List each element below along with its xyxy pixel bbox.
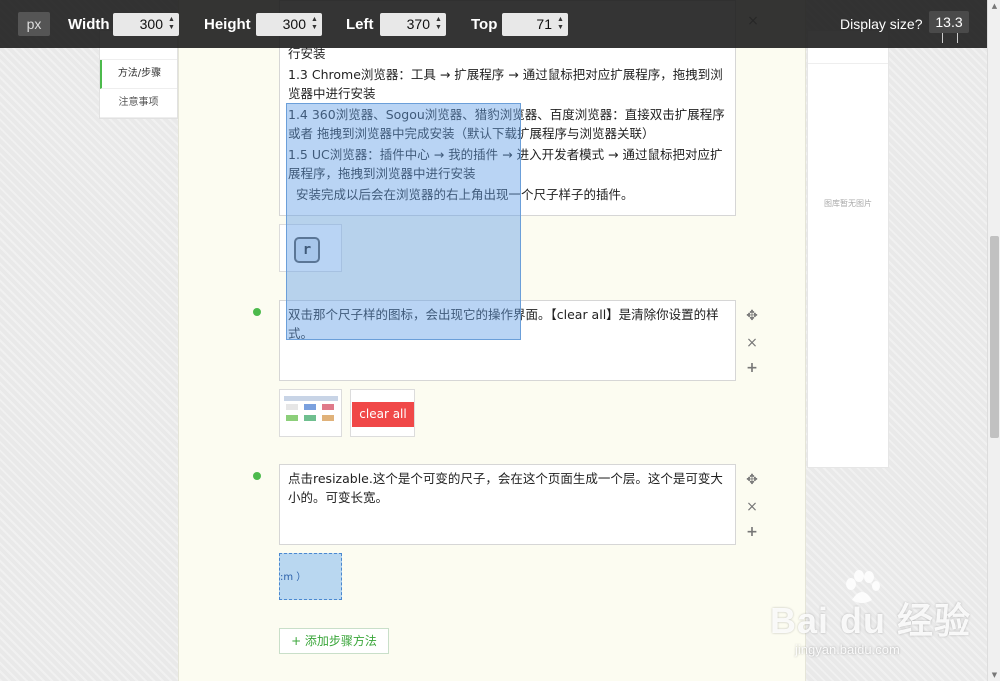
scroll-up-arrow-icon[interactable]: ▲ bbox=[988, 0, 1000, 12]
watermark-url: jingyan.baidu.com bbox=[795, 642, 900, 657]
no-image-text: 图库暂无图片 bbox=[824, 199, 872, 208]
left-label: Left bbox=[346, 16, 374, 33]
top-spinner-icon[interactable]: ▲ ▼ bbox=[556, 16, 565, 33]
scroll-down-arrow-icon[interactable]: ▼ bbox=[988, 669, 1000, 681]
add-step-button[interactable]: + 添加步骤方法 bbox=[279, 628, 389, 654]
height-spinner-icon[interactable]: ▲ ▼ bbox=[310, 16, 319, 33]
baidu-jingyan-watermark: Bai du 经验 jingyan.baidu.com bbox=[760, 570, 980, 680]
step-2-image-thumb-1[interactable] bbox=[279, 389, 342, 437]
width-spinner-icon[interactable]: ▲ ▼ bbox=[167, 16, 176, 33]
left-nav-item-notes[interactable]: 注意事项 bbox=[100, 89, 177, 118]
image-library-panel: 图库暂无图片 bbox=[807, 30, 889, 468]
top-label: Top bbox=[471, 16, 498, 33]
ruler-selection-overlay[interactable] bbox=[286, 103, 521, 340]
step-3-image-thumb[interactable]: :m ） bbox=[279, 553, 342, 600]
ruler-toolbar: px Width 300 ▲ ▼ Height 300 ▲ ▼ Left 370 ▲… bbox=[0, 0, 1000, 48]
add-icon[interactable]: + bbox=[745, 525, 759, 539]
step-1-para-1: 1.3 Chrome浏览器：工具 → 扩展程序 → 通过鼠标把对应扩展程序，拖拽… bbox=[288, 67, 723, 101]
add-icon[interactable]: + bbox=[745, 361, 759, 375]
height-value: 300 bbox=[282, 16, 306, 32]
monitor-stand-icon bbox=[942, 33, 958, 43]
step-3-textbox[interactable]: 点击resizable.这个是个可变的尺子，会在这个页面生成一个层。这个是可变大… bbox=[279, 464, 736, 545]
unit-toggle[interactable]: px bbox=[18, 12, 50, 36]
step-2-dot bbox=[253, 308, 261, 316]
width-label: Width bbox=[68, 16, 110, 33]
step-3-para-0: 点击resizable.这个是个可变的尺子，会在这个页面生成一个层。这个是可变大… bbox=[288, 471, 723, 505]
display-size-label: Display size? bbox=[840, 16, 923, 32]
move-icon[interactable]: ✥ bbox=[745, 309, 759, 323]
step-3-dot bbox=[253, 472, 261, 480]
vertical-scrollbar[interactable]: ▲ ▼ bbox=[987, 0, 1000, 681]
left-value: 370 bbox=[406, 16, 430, 32]
height-label: Height bbox=[204, 16, 251, 33]
left-nav-item-steps[interactable]: 方法/步骤 bbox=[100, 60, 177, 89]
width-input[interactable]: 300 ▲ ▼ bbox=[113, 13, 179, 36]
scroll-thumb[interactable] bbox=[990, 236, 999, 438]
delete-icon[interactable]: × bbox=[745, 500, 759, 514]
height-input[interactable]: 300 ▲ ▼ bbox=[256, 13, 322, 36]
watermark-logo: Bai du 经验 bbox=[770, 600, 972, 641]
top-value: 71 bbox=[536, 16, 552, 32]
left-input[interactable]: 370 ▲ ▼ bbox=[380, 13, 446, 36]
left-spinner-icon[interactable]: ▲ ▼ bbox=[434, 16, 443, 33]
move-icon[interactable]: ✥ bbox=[745, 473, 759, 487]
step-2-image-thumb-2[interactable]: clear all bbox=[350, 389, 415, 437]
display-size-value[interactable]: 13.3 bbox=[929, 11, 969, 33]
top-input[interactable]: 71 ▲ ▼ bbox=[502, 13, 568, 36]
width-value: 300 bbox=[139, 16, 163, 32]
delete-icon[interactable]: × bbox=[745, 336, 759, 350]
clear-all-button: clear all bbox=[352, 402, 414, 427]
